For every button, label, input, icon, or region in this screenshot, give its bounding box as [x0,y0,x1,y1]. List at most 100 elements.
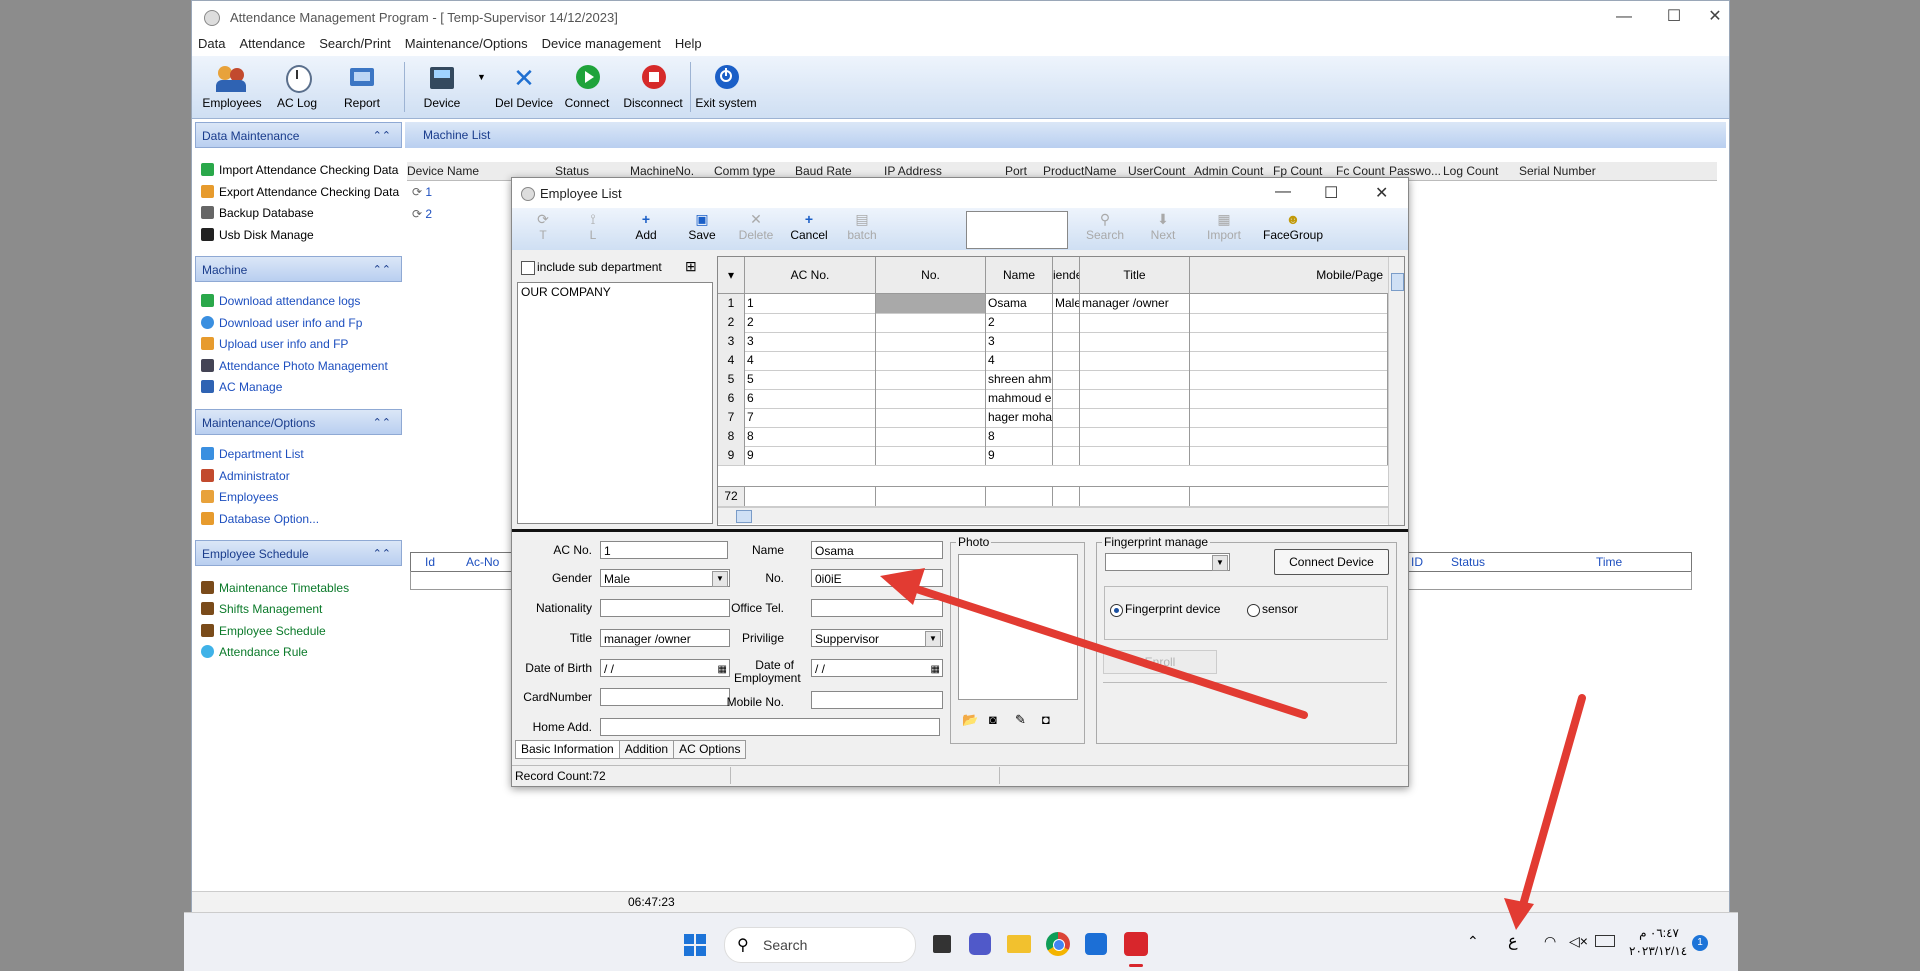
tab-addition[interactable]: Addition [618,740,675,759]
capture-icon[interactable]: ◘ [1042,712,1050,727]
sidebar-item-photo[interactable]: Attendance Photo Management [201,356,388,376]
sensor-radio[interactable] [1247,604,1260,617]
nationality-field[interactable] [600,599,730,617]
horizontal-scrollbar[interactable] [718,507,1388,524]
card-number-field[interactable] [600,688,730,706]
col-ac-no[interactable]: Ac-No [466,553,499,571]
erase-icon[interactable]: ✎ [1015,712,1026,728]
filter-button[interactable]: ⟟ L [567,210,619,250]
sidebar-item-download-logs[interactable]: Download attendance logs [201,291,360,311]
sidebar-item-export[interactable]: Export Attendance Checking Data [201,182,399,202]
collapse-icon[interactable]: ⌃⌃ [367,257,391,283]
sidebar-item-administrator[interactable]: Administrator [201,466,290,486]
windows-start-icon[interactable] [684,934,706,956]
dob-field[interactable]: / / ▦ [600,659,730,677]
col-ac-no[interactable]: AC No. [745,257,876,294]
sidebar-item-timetables[interactable]: Maintenance Timetables [201,578,349,598]
menu-search-print[interactable]: Search/Print [312,33,398,51]
include-sub-checkbox[interactable] [521,261,535,275]
sidebar-item-employee-schedule[interactable]: Employee Schedule [201,621,326,641]
table-row[interactable]: 444 [718,351,1388,371]
task-view-icon[interactable] [933,935,951,953]
col-gender[interactable]: iende [1053,257,1080,294]
table-row[interactable]: 222 [718,313,1388,333]
dialog-maximize-button[interactable]: ☐ [1324,183,1338,203]
table-row[interactable]: 55 shreen ahmed [718,370,1388,390]
taskbar-date[interactable]: ٢٠٢٣/١٢/١٤ [1629,944,1687,958]
fingerprint-select[interactable]: ▼ [1105,553,1230,571]
teams-icon[interactable] [969,933,991,955]
ac-log-button[interactable]: AC Log [265,62,329,116]
col-mobile[interactable]: Mobile/Page [1190,257,1390,294]
enroll-button[interactable]: Enroll [1103,650,1217,674]
chevron-down-icon[interactable]: ▼ [712,571,728,587]
org-tree-icon[interactable]: ⊞ [685,258,697,275]
mobile-field[interactable] [811,691,943,709]
menu-device-management[interactable]: Device management [535,33,668,51]
sidebar-item-employees[interactable]: Employees [201,487,278,507]
col-log-id[interactable]: ID [1411,553,1423,571]
import-button[interactable]: ▦ Import [1198,210,1250,250]
batch-button[interactable]: ▤ batch [836,210,888,250]
sidebar-item-ac-manage[interactable]: AC Manage [201,377,282,397]
no-field[interactable]: 0i0iE [811,569,943,587]
file-explorer-icon[interactable] [1007,935,1031,953]
col-no[interactable]: No. [876,257,986,294]
section-employee-schedule[interactable]: Employee Schedule ⌃⌃ [195,540,402,566]
col-serial-number[interactable]: Serial Number [1519,162,1596,180]
volume-icon[interactable]: ◁× [1569,933,1588,950]
col-log-status[interactable]: Status [1451,553,1485,571]
section-maintenance-options[interactable]: Maintenance/Options ⌃⌃ [195,409,402,435]
camera-icon[interactable]: ◙ [989,712,997,727]
ac-no-field[interactable]: 1 [600,541,728,559]
col-name[interactable]: Name [986,257,1053,294]
taskbar-time[interactable]: ٠٦:٤٧ م [1629,926,1679,940]
table-row[interactable]: 77 hager moham... [718,408,1388,428]
sidebar-item-download-user[interactable]: Download user info and Fp [201,313,362,333]
wifi-icon[interactable]: ◠ [1544,933,1556,950]
disconnect-button[interactable]: Disconnect [621,62,685,116]
sidebar-item-usb[interactable]: Usb Disk Manage [201,225,314,245]
col-id[interactable]: Id [425,553,435,571]
sidebar-item-backup[interactable]: Backup Database [201,203,314,223]
report-button[interactable]: Report [330,62,394,116]
table-row[interactable]: 66 mahmoud em... [718,389,1388,409]
calendar-icon[interactable]: ▦ [931,661,940,679]
cancel-button[interactable]: + Cancel [783,210,835,250]
chevron-down-icon[interactable]: ▼ [1212,555,1228,571]
chevron-down-icon[interactable]: ▼ [925,631,941,647]
fingerprint-device-radio[interactable] [1110,604,1123,617]
refresh-button[interactable]: ⟳ T [517,210,569,250]
exit-system-button[interactable]: Exit system [694,62,758,116]
sidebar-item-upload-user[interactable]: Upload user info and FP [201,334,348,354]
menu-data[interactable]: Data [192,33,232,51]
collapse-icon[interactable]: ⌃⌃ [367,541,391,567]
vertical-scrollbar[interactable] [1388,257,1404,525]
table-row[interactable]: 1 1 Osama Male manager /owner [718,294,1388,314]
dialog-minimize-button[interactable]: — [1275,183,1291,201]
name-field[interactable]: Osama [811,541,943,559]
menu-help[interactable]: Help [668,33,709,51]
search-button[interactable]: ⚲ Search [1079,210,1131,250]
table-row[interactable]: 888 [718,427,1388,447]
table-menu-icon[interactable]: ▾ [718,257,745,294]
calendar-icon[interactable]: ▦ [718,661,727,679]
taskbar-search-box[interactable]: ⚲ Search [724,927,916,963]
del-device-button[interactable]: ✕ Del Device [492,62,556,116]
table-row[interactable]: 333 [718,332,1388,352]
section-data-maintenance[interactable]: Data Maintenance ⌃⌃ [195,122,402,148]
minimize-button[interactable]: — [1601,5,1647,29]
chrome-icon[interactable] [1046,932,1070,956]
store-icon[interactable] [1085,933,1107,955]
machine-row[interactable]: ⟳ 2 [412,207,432,221]
sidebar-item-import[interactable]: Import Attendance Checking Data [201,160,398,180]
office-tel-field[interactable] [811,599,943,617]
notification-badge[interactable]: 1 [1692,935,1708,951]
language-indicator[interactable]: ع [1508,931,1518,951]
search-input[interactable] [966,211,1068,249]
add-button[interactable]: + Add [620,210,672,250]
device-button[interactable]: Device [410,62,474,116]
open-photo-icon[interactable]: 📂 [962,712,978,728]
col-device-name[interactable]: Device Name [407,162,479,180]
tab-basic-information[interactable]: Basic Information [515,740,620,759]
